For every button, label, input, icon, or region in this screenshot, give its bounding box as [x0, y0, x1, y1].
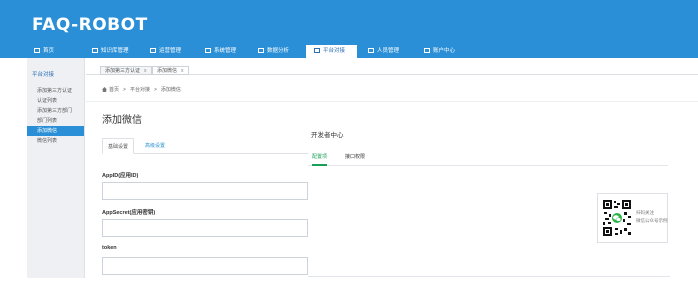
top-bar: FAQ-ROBOT 首页 知识库管理 运营管理 系统管理 数据分析 平台对接 人… [0, 0, 698, 58]
qr-code-icon [602, 199, 632, 237]
nav-item-home[interactable]: 首页 [34, 45, 54, 58]
home-icon [34, 48, 40, 53]
breadcrumb-level2: 添加微信 [160, 87, 181, 93]
sidebar-item-add-dept[interactable]: 添加第三方部门 [27, 106, 84, 116]
qr-caption-line1: 扫码关注 [636, 210, 654, 215]
nav-item-analytics[interactable]: 数据分析 [258, 45, 289, 58]
logo[interactable]: FAQ-ROBOT [32, 15, 148, 35]
sidebar-header[interactable]: 平台对接 [27, 70, 84, 80]
breadcrumb-separator: > [123, 87, 126, 93]
main-nav: 首页 知识库管理 运营管理 系统管理 数据分析 平台对接 人员管理 账户中心 [0, 45, 698, 58]
developer-tabs: 配置项 接口权限 [308, 148, 668, 166]
nav-item-operations[interactable]: 运营管理 [150, 45, 181, 58]
sidebar-item-auth-list[interactable]: 认证列表 [27, 96, 84, 106]
nav-item-account[interactable]: 账户中心 [424, 45, 455, 58]
appid-label: AppID(应用ID) [102, 173, 139, 179]
qr-caption-line2: 微信公众号示例 [636, 218, 668, 223]
sidebar-item-add-auth[interactable]: 添加第三方认证 [27, 86, 84, 96]
developer-center-title: 开发者中心 [311, 132, 344, 139]
token-input[interactable] [102, 257, 308, 275]
close-icon[interactable]: x [181, 68, 184, 74]
sidebar: 平台对接 添加第三方认证 认证列表 添加第三方部门 部门列表 添加微信 微信列表 [27, 58, 85, 278]
sidebar-item-add-wechat[interactable]: 添加微信 [27, 126, 84, 136]
nav-item-staff[interactable]: 人员管理 [368, 45, 399, 58]
home-icon [102, 87, 107, 92]
tab-basic-settings[interactable]: 基础设置 [102, 138, 135, 154]
book-icon [92, 48, 98, 53]
breadcrumb: 首页 > 平台对接 > 添加微信 [102, 86, 181, 93]
chart-icon [258, 48, 264, 53]
user-icon [368, 48, 374, 53]
nav-item-knowledge[interactable]: 知识库管理 [92, 45, 129, 58]
appsecret-label: AppSecret(应用密钥) [102, 210, 156, 216]
tab-advanced-settings[interactable]: 高级设置 [140, 138, 170, 154]
plug-icon [314, 48, 320, 53]
page-tabs: 添加第三方认证 x 添加微信 x [86, 65, 698, 75]
monitor-icon [205, 48, 211, 53]
breadcrumb-home[interactable]: 首页 [109, 87, 119, 93]
account-icon [424, 48, 430, 53]
sidebar-item-wechat-list[interactable]: 微信列表 [27, 136, 84, 146]
tab-api-permissions[interactable]: 接口权限 [345, 148, 365, 166]
close-icon[interactable]: x [144, 68, 147, 74]
form-tabs: 基础设置 高级设置 [102, 138, 308, 154]
appid-input[interactable] [102, 182, 308, 200]
page-title: 添加微信 [102, 115, 142, 126]
tab-config[interactable]: 配置项 [312, 148, 328, 166]
appsecret-input[interactable] [102, 219, 308, 237]
breadcrumb-separator: > [153, 87, 157, 93]
sidebar-item-dept-list[interactable]: 部门列表 [27, 116, 84, 126]
token-label: token [102, 245, 117, 251]
tab-add-wechat[interactable]: 添加微信 x [152, 66, 189, 75]
breadcrumb-level1[interactable]: 平台对接 [130, 87, 150, 93]
nav-item-platform[interactable]: 平台对接 [306, 45, 358, 58]
tab-add-auth[interactable]: 添加第三方认证 x [100, 66, 152, 75]
calendar-icon [150, 48, 156, 53]
qr-card: 扫码关注 微信公众号示例 [597, 193, 668, 243]
nav-item-system[interactable]: 系统管理 [205, 45, 236, 58]
divider [86, 101, 698, 102]
